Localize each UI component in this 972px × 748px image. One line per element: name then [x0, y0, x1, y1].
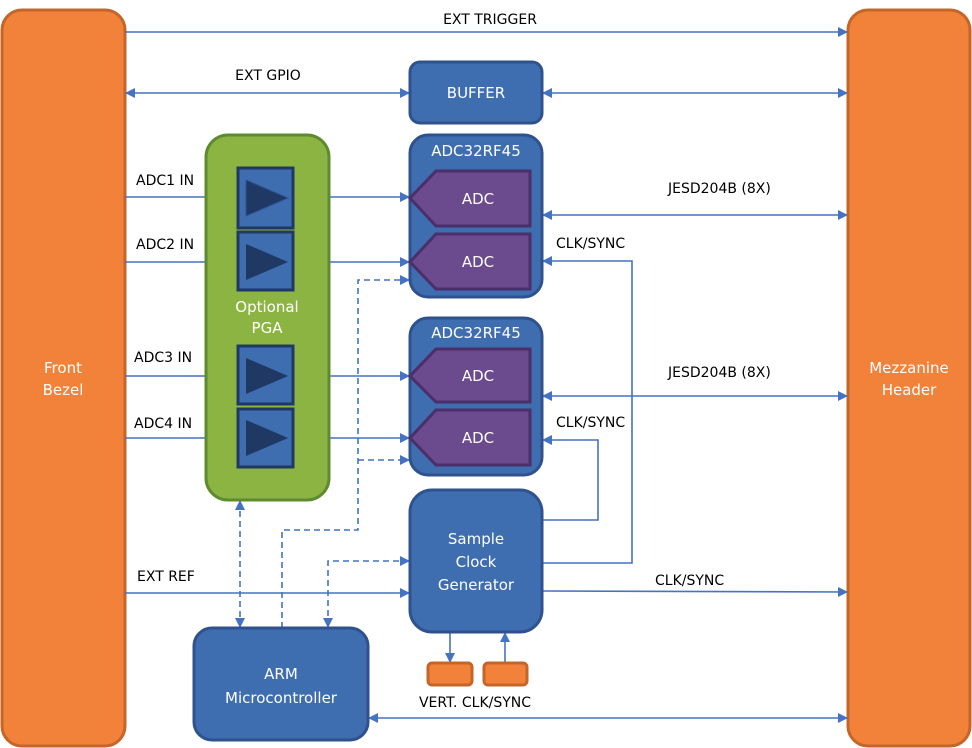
clk-sync-2-line [542, 435, 599, 521]
jesd1-label: JESD204B (8X) [667, 181, 771, 197]
clock-gen-label: Sample [448, 530, 504, 548]
adc-label: ADC [462, 190, 494, 208]
clk-sync-2-label: CLK/SYNC [556, 415, 625, 431]
adc-label: ADC [462, 429, 494, 447]
buffer-label: BUFFER [447, 84, 505, 102]
adc1-in-label: ADC1 IN [136, 173, 194, 189]
vert-sync-connector [482, 661, 529, 687]
sample-clock-generator: Sample Clock Generator [408, 488, 544, 634]
pga-label: PGA [252, 319, 284, 337]
ext-ref-label: EXT REF [137, 569, 195, 585]
arm-label: Microcontroller [225, 689, 338, 707]
pga-label: Optional [235, 298, 298, 316]
amplifier-icon [236, 230, 295, 292]
amplifier-icon [236, 166, 295, 230]
mezzanine-header: Mezzanine Header [846, 8, 972, 748]
adc32rf45-chip-2: ADC32RF45 ADC ADC [407, 316, 544, 477]
clk-sync-1-label: CLK/SYNC [556, 236, 625, 252]
chip-label: ADC32RF45 [431, 324, 521, 342]
clk-sync-1-line [542, 256, 633, 564]
jesd2-label: JESD204B (8X) [667, 365, 771, 381]
arm-clock-control-line [323, 556, 410, 628]
mezzanine-label: Mezzanine [869, 359, 949, 377]
chip-label: ADC32RF45 [431, 142, 521, 160]
vert-clk-sync-label: VERT. CLK/SYNC [419, 695, 531, 711]
block-diagram: Front Bezel Mezzanine Header BUFFER Opti… [0, 8, 972, 748]
clock-gen-label: Clock [456, 553, 497, 571]
mezzanine-label: Header [882, 381, 937, 399]
vert-clk-connector [426, 661, 474, 687]
front-bezel: Front Bezel [0, 8, 127, 748]
front-bezel-label: Bezel [43, 381, 84, 399]
arm-microcontroller: ARM Microcontroller [192, 626, 370, 742]
adc2-in-label: ADC2 IN [136, 237, 194, 253]
adc-label: ADC [462, 367, 494, 385]
amplifier-icon [236, 344, 295, 406]
adc3-in-label: ADC3 IN [134, 350, 192, 366]
amplifier-icon [236, 407, 295, 469]
buffer-block: BUFFER [408, 60, 544, 125]
optional-pga-block: Optional PGA [204, 133, 331, 502]
adc32rf45-chip-1: ADC32RF45 ADC ADC [407, 133, 544, 299]
arm-label: ARM [264, 665, 298, 683]
adc4-in-label: ADC4 IN [134, 416, 192, 432]
adc-label: ADC [462, 253, 494, 271]
ext-trigger-label: EXT TRIGGER [443, 12, 537, 28]
clock-gen-label: Generator [438, 576, 515, 594]
clk-sync-3-line [541, 586, 848, 597]
ext-gpio-label: EXT GPIO [235, 68, 301, 84]
clk-sync-3-label: CLK/SYNC [655, 573, 724, 589]
front-bezel-label: Front [44, 359, 82, 377]
